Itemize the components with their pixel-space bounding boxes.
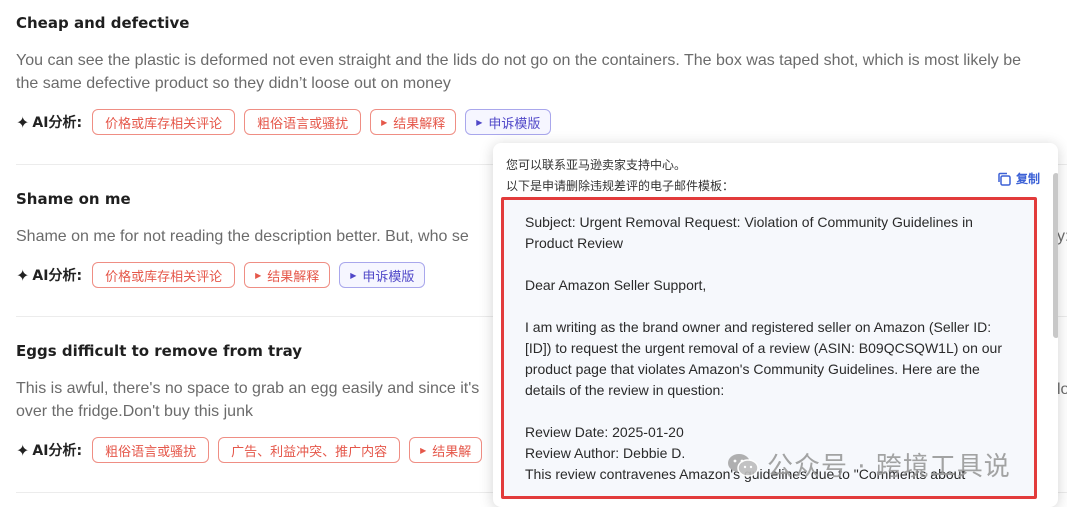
sparkle-icon: ✦ xyxy=(16,265,30,285)
review-body: You can see the plastic is deformed not … xyxy=(16,49,1067,95)
email-template-text: Subject: Urgent Removal Request: Violati… xyxy=(504,200,1034,485)
email-paragraph: Subject: Urgent Removal Request: Violati… xyxy=(525,212,1012,254)
email-line: Review Author: Debbie D. xyxy=(525,445,686,461)
ai-analysis-label: ✦ AI分析: xyxy=(16,440,82,460)
popup-intro-line: 您可以联系亚马逊卖家支持中心。 xyxy=(506,158,687,172)
wechat-icon xyxy=(728,453,759,477)
tag-price-inventory[interactable]: 价格或库存相关评论 xyxy=(92,262,236,288)
toggle-label: 结果解 xyxy=(432,444,472,460)
caret-right-icon: ▶ xyxy=(476,117,483,127)
tag-vulgar-harassment[interactable]: 粗俗语言或骚扰 xyxy=(92,437,210,463)
email-line: Subject: Urgent Removal Request: Violati… xyxy=(525,214,973,230)
review-body-line: the same defective product so they didn’… xyxy=(16,75,451,92)
ai-analysis-text: AI分析: xyxy=(32,115,83,131)
copy-icon xyxy=(998,172,1011,186)
ai-analysis-label: ✦ AI分析: xyxy=(16,265,82,285)
review-body-overflow: y: xyxy=(1057,228,1067,245)
result-explanation-toggle[interactable]: ▶ 结果解释 xyxy=(370,109,457,135)
ai-analysis-row: ✦ AI分析: 价格或库存相关评论 粗俗语言或骚扰 ▶ 结果解释 ▶ 申诉模版 xyxy=(16,109,1067,135)
review-body-line: You can see the plastic is deformed not … xyxy=(16,52,1022,69)
tag-vulgar-harassment[interactable]: 粗俗语言或骚扰 xyxy=(244,109,362,135)
watermark-text: 公众号 · 跨境工具说 xyxy=(767,452,1011,482)
caret-right-icon: ▶ xyxy=(255,270,262,280)
watermark: 公众号 · 跨境工具说 xyxy=(727,446,1011,483)
email-line: Review Date: 2025-01-20 xyxy=(525,424,684,440)
toggle-label: 申诉模版 xyxy=(362,269,415,285)
toggle-label: 结果解释 xyxy=(393,116,446,132)
ai-analysis-label: ✦ AI分析: xyxy=(16,112,82,132)
caret-right-icon: ▶ xyxy=(350,270,357,280)
appeal-template-toggle[interactable]: ▶ 申诉模版 xyxy=(465,109,552,135)
popup-scrollbar[interactable] xyxy=(1053,173,1058,338)
sparkle-icon: ✦ xyxy=(16,112,30,132)
email-line: [ID]) to request the urgent removal of a… xyxy=(525,340,1002,356)
result-explanation-toggle[interactable]: ▶ 结果解释 xyxy=(244,262,331,288)
sparkle-icon: ✦ xyxy=(16,440,30,460)
tag-advertising-promotion[interactable]: 广告、利益冲突、推广内容 xyxy=(218,437,401,463)
popup-intro: 您可以联系亚马逊卖家支持中心。 以下是申请删除违规差评的电子邮件模板： xyxy=(506,155,734,197)
email-paragraph: Dear Amazon Seller Support, xyxy=(525,275,1012,296)
email-line: product page that violates Amazon's Comm… xyxy=(525,361,980,377)
email-line: Product Review xyxy=(525,235,624,251)
tag-price-inventory[interactable]: 价格或库存相关评论 xyxy=(92,109,236,135)
toggle-label: 申诉模版 xyxy=(488,116,541,132)
ai-analysis-text: AI分析: xyxy=(32,443,83,459)
review-item: Cheap and defective You can see the plas… xyxy=(16,14,1067,135)
caret-right-icon: ▶ xyxy=(420,445,427,455)
toggle-label: 结果解释 xyxy=(267,269,320,285)
copy-label: 复制 xyxy=(1015,172,1040,186)
review-body-overflow: lo xyxy=(1057,381,1067,398)
copy-button[interactable]: 复制 xyxy=(997,170,1040,187)
email-line: details of the review in question: xyxy=(525,382,725,398)
caret-right-icon: ▶ xyxy=(381,117,388,127)
popup-intro-line: 以下是申请删除违规差评的电子邮件模板： xyxy=(506,179,735,193)
email-line: Dear Amazon Seller Support, xyxy=(525,277,707,293)
review-title: Cheap and defective xyxy=(16,14,190,32)
ai-analysis-text: AI分析: xyxy=(32,268,83,284)
result-explanation-toggle[interactable]: ▶ 结果解 xyxy=(409,437,483,463)
email-line: I am writing as the brand owner and regi… xyxy=(525,319,992,335)
appeal-template-toggle[interactable]: ▶ 申诉模版 xyxy=(339,262,426,288)
email-paragraph: I am writing as the brand owner and regi… xyxy=(525,317,1012,401)
